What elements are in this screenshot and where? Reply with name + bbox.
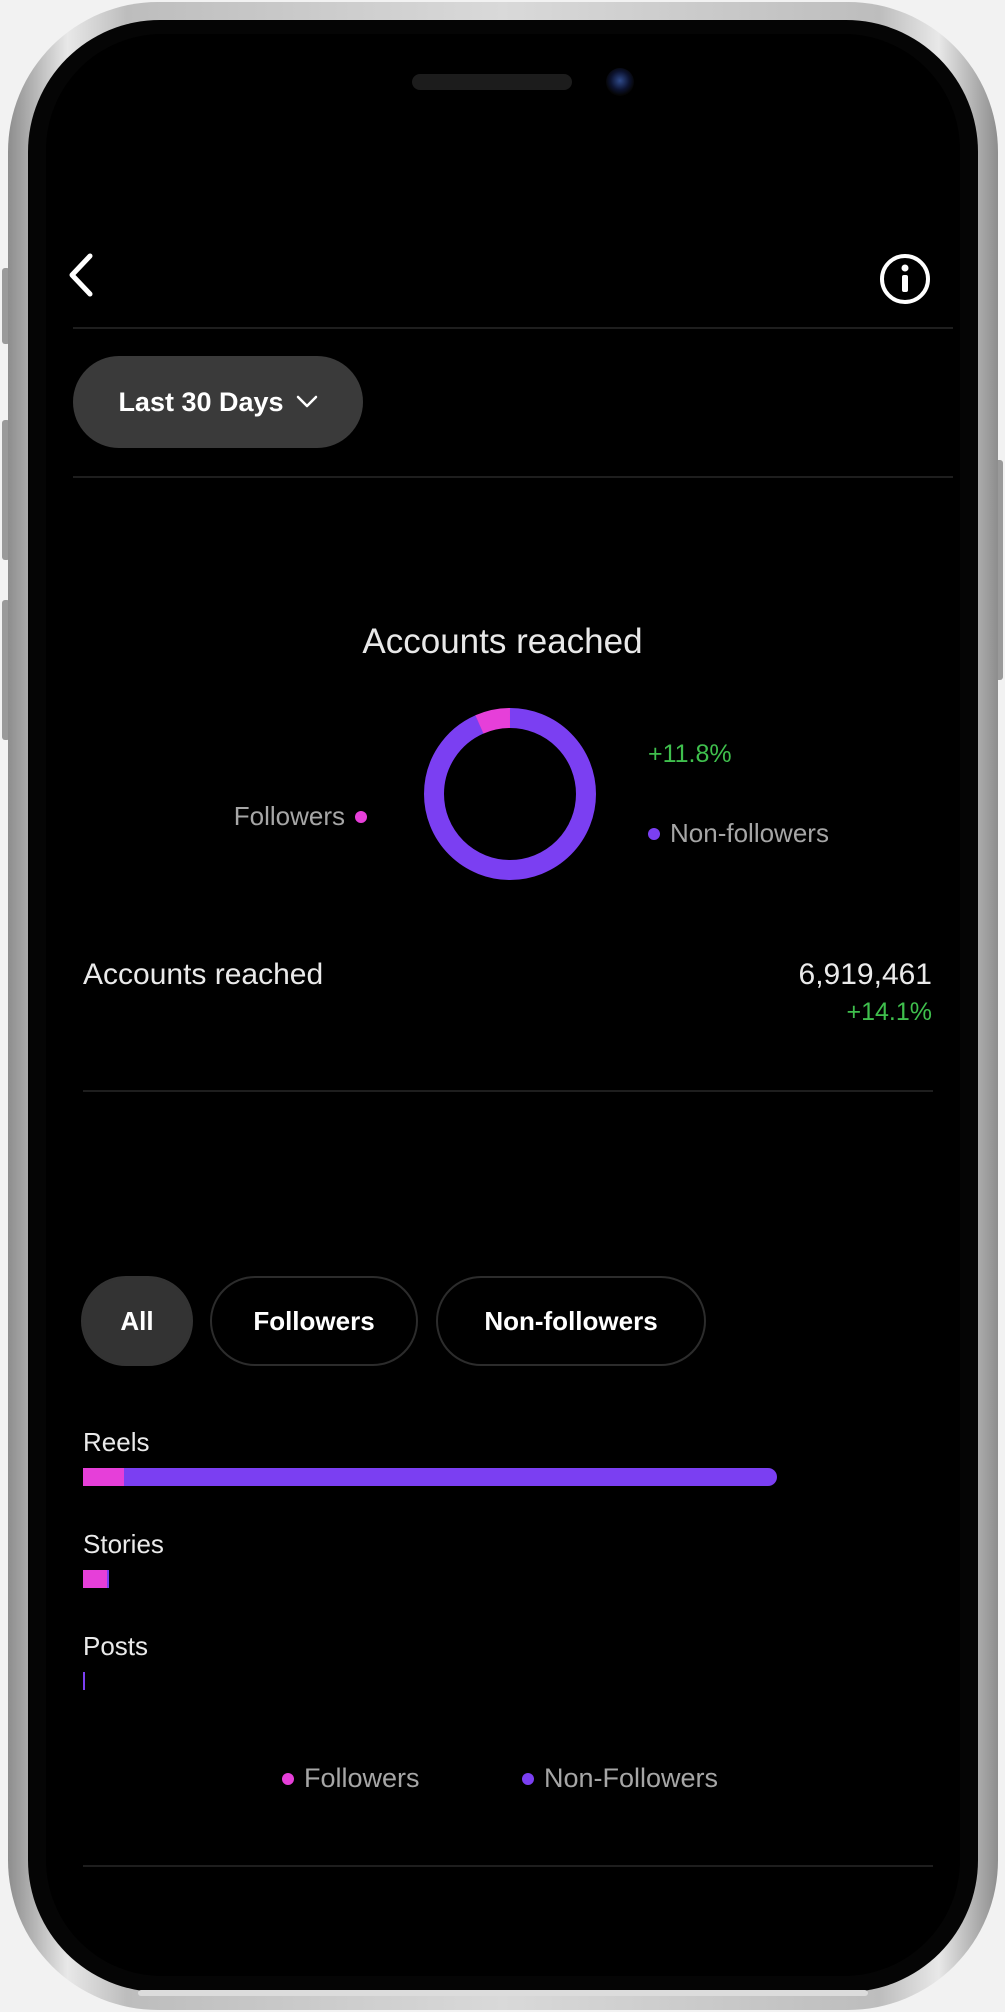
nonfollowers-label: Non-followers	[670, 818, 829, 848]
reels-label: Reels	[83, 1427, 150, 1457]
stories-label: Stories	[83, 1529, 164, 1559]
date-range-dropdown-label: Last 30 Days	[118, 386, 284, 417]
content-type-title: By content type	[83, 1163, 346, 1202]
audience-donut-chart	[424, 708, 596, 880]
reels-nonfollowers-segment	[123, 1468, 777, 1486]
followers-label: Followers	[233, 801, 345, 831]
nonfollowers-percent: 93.4%	[648, 773, 745, 811]
tab-non-followers[interactable]: Non-followers	[436, 1276, 706, 1366]
chevron-down-icon	[296, 395, 317, 408]
legend-followers-label: Followers	[304, 1763, 420, 1793]
reels-followers-segment	[83, 1468, 124, 1486]
followers-legend: Followers	[234, 801, 367, 832]
accounts-reached-caption: Accounts reached	[362, 622, 643, 661]
posts-nonfollowers-segment	[83, 1672, 85, 1690]
tab-followers[interactable]: Followers	[210, 1276, 418, 1366]
donut-followers-arc	[424, 708, 596, 880]
earpiece-speaker	[412, 74, 572, 90]
bottom-divider	[83, 1865, 933, 1867]
reels-value: 6.8M	[874, 1460, 932, 1490]
posts-label: Posts	[83, 1631, 149, 1661]
followers-legend-dot-icon	[282, 1772, 294, 1785]
stories-nonfollowers-segment	[107, 1570, 110, 1588]
stories-followers-segment	[83, 1570, 108, 1588]
front-camera	[606, 68, 634, 96]
info-icon[interactable]	[878, 252, 932, 306]
tab-all[interactable]: All	[81, 1276, 193, 1366]
posts-value: 15.6K	[862, 1665, 932, 1695]
legend-nonfollowers: Non-Followers	[522, 1763, 718, 1794]
accounts-reached-label: Accounts reached	[83, 958, 324, 991]
nonfollowers-change: +11.8%	[648, 740, 732, 768]
date-range-text: May 13 - Jun 11	[711, 391, 932, 424]
stories-value: 250K	[869, 1562, 932, 1592]
date-range-dropdown[interactable]: Last 30 Days	[73, 356, 363, 448]
nonfollowers-legend: Non-followers	[648, 818, 829, 849]
header-divider	[73, 327, 953, 329]
nonfollowers-dot-icon	[648, 827, 660, 840]
legend-followers: Followers	[282, 1763, 420, 1794]
donut-nonfollowers-arc	[424, 708, 596, 880]
followers-dot-icon	[355, 810, 367, 823]
home-indicator	[138, 1990, 868, 1996]
accounts-reached-total: 6,919,461	[373, 548, 632, 613]
phone-screen	[46, 34, 960, 1976]
filter-divider	[73, 476, 953, 478]
page-title: Views	[453, 256, 552, 295]
followers-percent: 6.6%	[289, 757, 368, 795]
section-divider	[83, 1090, 933, 1092]
nonfollowers-legend-dot-icon	[522, 1772, 534, 1785]
legend-nonfollowers-label: Non-Followers	[544, 1763, 719, 1793]
accounts-reached-change: +14.1%	[846, 998, 933, 1026]
accounts-reached-value: 6,919,461	[798, 958, 932, 991]
